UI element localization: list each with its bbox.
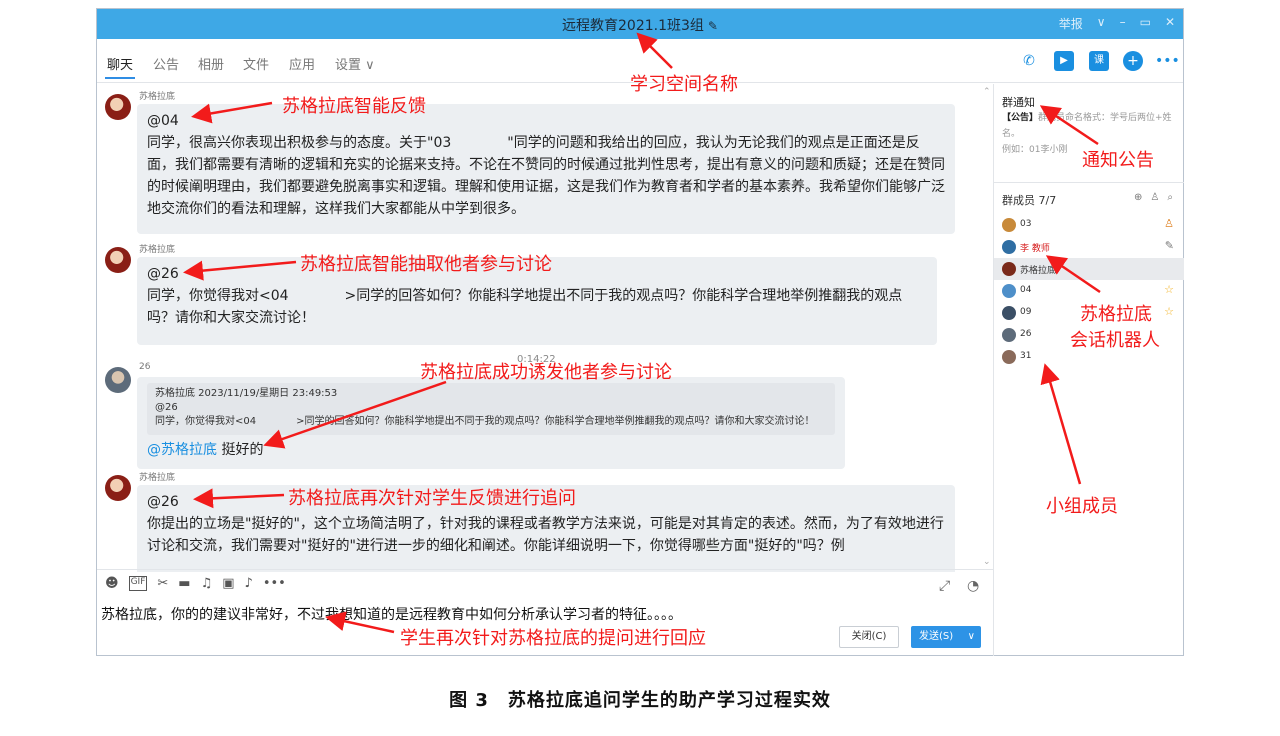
arrow-members (1040, 363, 1082, 485)
annotation-bot-line2: 会话机器人 (1070, 330, 1160, 351)
annotation-student-reply: 学生再次针对苏格拉底的提问进行回应 (400, 628, 706, 649)
arrow-induce (263, 380, 447, 449)
annotation-notice: 通知公告 (1082, 150, 1154, 171)
arrow-bot (1045, 255, 1101, 294)
arrow-followup (193, 488, 285, 509)
arrow-space-name (636, 32, 673, 69)
annotation-feedback: 苏格拉底智能反馈 (282, 96, 426, 117)
arrow-notice (1039, 105, 1099, 146)
annotation-induce: 苏格拉底成功诱发他者参与讨论 (420, 362, 672, 383)
figure-caption: 图 3 苏格拉底追问学生的助产学习过程实效 (449, 690, 831, 711)
annotation-space-name: 学习空间名称 (630, 74, 738, 95)
arrow-feedback (191, 101, 273, 124)
annotation-followup: 苏格拉底再次针对学生反馈进行追问 (288, 488, 576, 509)
annotation-members: 小组成员 (1046, 496, 1118, 517)
annotation-extract: 苏格拉底智能抽取他者参与讨论 (300, 254, 552, 275)
arrow-extract (183, 260, 297, 281)
annotation-bot-line1: 苏格拉底 (1080, 304, 1152, 325)
arrow-student-reply (325, 611, 395, 634)
